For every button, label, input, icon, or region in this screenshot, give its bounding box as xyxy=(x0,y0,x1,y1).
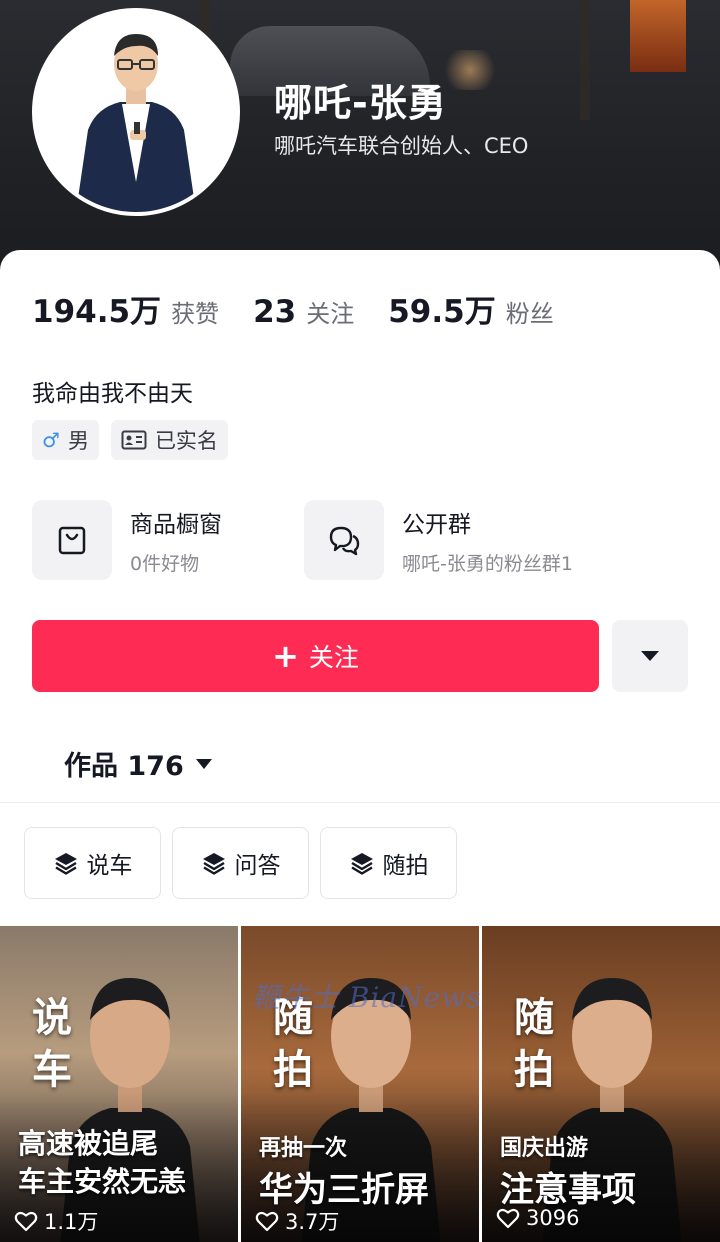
shopping-bag-icon xyxy=(58,526,86,555)
profile-title: 哪吒汽车联合创始人、CEO xyxy=(274,134,529,158)
avatar[interactable] xyxy=(32,8,240,216)
works-tab-label: 作品 176 xyxy=(64,751,184,782)
video-caption-line1: 再抽一次 xyxy=(259,1136,348,1161)
profile-name: 哪吒-张勇 xyxy=(274,81,447,125)
stat-following[interactable]: 23 关注 xyxy=(253,294,354,330)
collection-stack-icon xyxy=(350,853,373,875)
stats-row: 194.5万 获赞 23 关注 59.5万 粉丝 xyxy=(32,286,588,331)
stat-followers[interactable]: 59.5万 粉丝 xyxy=(388,286,554,331)
video-caption-line1: 高速被追尾 xyxy=(18,1127,159,1160)
follow-button[interactable]: + 关注 xyxy=(32,620,599,692)
shop-window-entry[interactable]: 商品橱窗 0件好物 xyxy=(32,500,222,580)
video-caption-line2: 华为三折屏 xyxy=(259,1170,429,1210)
video-tag-top: 随 xyxy=(514,995,554,1041)
collections-row: 说车 问答 随拍 xyxy=(24,827,468,899)
video-caption-line2: 车主安然无恙 xyxy=(18,1165,187,1198)
video-tag-bottom: 拍 xyxy=(514,1047,554,1093)
divider xyxy=(0,802,720,803)
collection-label: 说车 xyxy=(86,853,133,879)
collection-chip-suipai[interactable]: 随拍 xyxy=(320,827,457,899)
likes-count: 1.1万 xyxy=(44,1210,99,1234)
stat-likes[interactable]: 194.5万 获赞 xyxy=(32,286,219,331)
plus-icon: + xyxy=(272,637,299,675)
video-grid: 说 车 高速被追尾 车主安然无恙 1.1万 随 拍 再抽一次 华为三折屏 3.7… xyxy=(0,926,720,1242)
video-caption-line1: 国庆出游 xyxy=(500,1136,589,1161)
caret-down-icon xyxy=(195,758,212,769)
public-group-icon-box xyxy=(304,500,384,580)
avatar-illustration xyxy=(36,12,236,212)
heart-icon xyxy=(255,1211,279,1232)
shop-window-icon-box xyxy=(32,500,112,580)
tab-works[interactable]: 作品 176 xyxy=(64,744,212,783)
likes-count: 3.7万 xyxy=(285,1210,340,1234)
collection-label: 随拍 xyxy=(382,853,429,879)
video-thumbnail[interactable]: 随 拍 再抽一次 华为三折屏 3.7万 xyxy=(241,926,479,1242)
stat-value: 59.5万 xyxy=(388,294,496,330)
stat-label: 粉丝 xyxy=(505,300,554,328)
video-thumbnail[interactable]: 随 拍 国庆出游 注意事项 3096 xyxy=(482,926,720,1242)
stat-value: 23 xyxy=(253,294,297,330)
verified-label: 已实名 xyxy=(154,429,218,453)
video-category-tag: 说 车 xyxy=(28,992,76,1096)
heart-icon xyxy=(14,1211,38,1232)
public-group-subtitle: 哪吒-张勇的粉丝群1 xyxy=(402,552,573,575)
collection-chip-wenda[interactable]: 问答 xyxy=(172,827,309,899)
collection-chip-shuoche[interactable]: 说车 xyxy=(24,827,161,899)
stat-label: 关注 xyxy=(306,300,355,328)
video-tag-top: 说 xyxy=(32,995,72,1041)
gender-label: 男 xyxy=(67,429,89,453)
collection-stack-icon xyxy=(54,853,77,875)
bio-text: 我命由我不由天 xyxy=(32,381,193,407)
id-card-icon xyxy=(121,430,147,450)
verified-tag: 已实名 xyxy=(110,420,228,460)
collection-label: 问答 xyxy=(234,853,281,879)
video-caption-line2: 注意事项 xyxy=(500,1170,636,1210)
background-light xyxy=(440,50,500,90)
video-likes: 3096 xyxy=(496,1206,579,1230)
stat-label: 获赞 xyxy=(171,300,220,328)
follow-label: 关注 xyxy=(308,643,359,672)
video-tag-bottom: 车 xyxy=(32,1047,72,1093)
shop-window-subtitle: 0件好物 xyxy=(130,552,200,575)
gender-tag: ♂ 男 xyxy=(32,420,99,460)
video-thumbnail[interactable]: 说 车 高速被追尾 车主安然无恙 1.1万 xyxy=(0,926,238,1242)
background-tree xyxy=(580,0,590,120)
shop-window-title: 商品橱窗 xyxy=(130,511,222,538)
video-category-tag: 随 拍 xyxy=(510,992,558,1096)
public-group-entry[interactable]: 公开群 哪吒-张勇的粉丝群1 xyxy=(304,500,573,580)
video-tag-bottom: 拍 xyxy=(273,1047,313,1093)
profile-tags: ♂ 男 已实名 xyxy=(32,420,240,460)
collection-stack-icon xyxy=(202,853,225,875)
more-options-button[interactable] xyxy=(612,620,688,692)
chat-bubbles-icon xyxy=(329,526,360,556)
likes-count: 3096 xyxy=(526,1206,580,1230)
stat-value: 194.5万 xyxy=(32,294,162,330)
watermark: 鞭牛士 BiaNews xyxy=(252,981,482,1014)
background-screen xyxy=(630,0,686,72)
video-likes: 3.7万 xyxy=(255,1206,339,1236)
male-icon: ♂ xyxy=(42,428,60,452)
profile-header: 哪吒-张勇 哪吒汽车联合创始人、CEO xyxy=(0,0,720,290)
video-likes: 1.1万 xyxy=(14,1206,98,1236)
public-group-title: 公开群 xyxy=(402,511,471,538)
caret-down-icon xyxy=(641,651,659,661)
heart-icon xyxy=(496,1208,520,1229)
